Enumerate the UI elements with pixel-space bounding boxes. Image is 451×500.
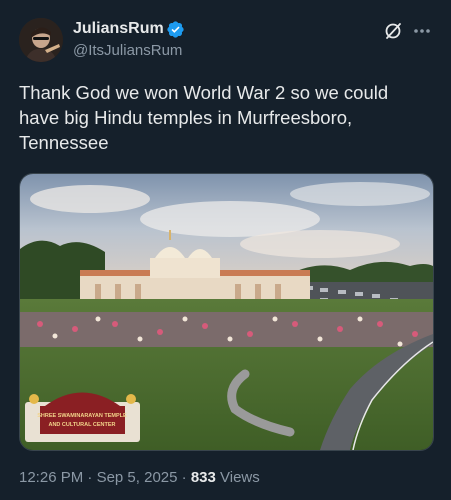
avatar[interactable] xyxy=(19,18,63,62)
verified-badge-icon xyxy=(167,21,184,38)
tweet-time[interactable]: 12:26 PM xyxy=(19,469,83,486)
grok-icon[interactable] xyxy=(383,21,403,41)
more-icon[interactable] xyxy=(412,21,432,41)
tweet-text: Thank God we won World War 2 so we could… xyxy=(19,82,389,153)
tweet-photo[interactable]: SHREE SWAMINARAYAN TEMPLE AND CULTURAL C… xyxy=(19,173,434,451)
tweet-meta: 12:26 PM · Sep 5, 2025 · 833 Views xyxy=(19,469,260,486)
tweet: JuliansRum @ItsJuliansRum Thank God we w… xyxy=(0,0,451,500)
tweet-date[interactable]: Sep 5, 2025 xyxy=(97,469,178,486)
temple-photo: SHREE SWAMINARAYAN TEMPLE AND CULTURAL C… xyxy=(20,174,433,450)
handle[interactable]: @ItsJuliansRum xyxy=(73,42,182,59)
meta-separator: · xyxy=(87,469,93,486)
sign-text-line2: AND CULTURAL CENTER xyxy=(48,422,115,428)
display-name[interactable]: JuliansRum xyxy=(73,20,164,38)
avatar-image xyxy=(19,18,63,62)
sign-text-line1: SHREE SWAMINARAYAN TEMPLE xyxy=(37,413,127,419)
views-count: 833 xyxy=(190,469,216,486)
views-label: Views xyxy=(220,469,260,486)
meta-separator: · xyxy=(181,469,187,486)
